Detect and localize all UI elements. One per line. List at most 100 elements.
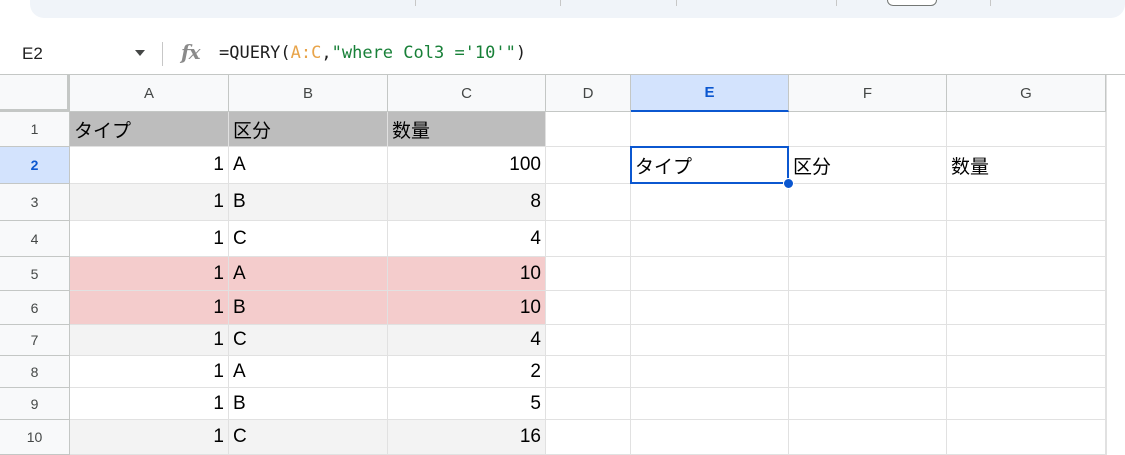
cell-c7[interactable]: 4 — [388, 325, 546, 356]
column-header-f[interactable]: F — [789, 75, 947, 112]
cell-d1[interactable] — [546, 112, 631, 147]
cell-d10[interactable] — [546, 420, 631, 455]
cell-c10[interactable]: 16 — [388, 420, 546, 455]
cell-c6[interactable]: 10 — [388, 291, 546, 325]
cell-d6[interactable] — [546, 291, 631, 325]
toolbar-separator — [560, 0, 561, 6]
formula-bar: E2 fx =QUERY(A:C,"where Col3 ='10'") — [0, 36, 1125, 72]
cell-a3[interactable]: 1 — [70, 184, 229, 221]
cell-c8[interactable]: 2 — [388, 356, 546, 388]
column-header-b[interactable]: B — [229, 75, 388, 112]
cell-b10[interactable]: C — [229, 420, 388, 455]
formula-input[interactable]: =QUERY(A:C,"where Col3 ='10'") — [219, 43, 526, 63]
cell-a4[interactable]: 1 — [70, 221, 229, 257]
cell-f7[interactable] — [789, 325, 947, 356]
cell-g2[interactable]: 数量 — [947, 147, 1106, 184]
cell-b5[interactable]: A — [229, 257, 388, 291]
row-header-5[interactable]: 5 — [0, 257, 70, 291]
cell-e9[interactable] — [631, 388, 789, 420]
row-header-2[interactable]: 2 — [0, 147, 70, 184]
cell-b9[interactable]: B — [229, 388, 388, 420]
cell-e6[interactable] — [631, 291, 789, 325]
cell-d2[interactable] — [546, 147, 631, 184]
row-header-4[interactable]: 4 — [0, 221, 70, 257]
cell-a8[interactable]: 1 — [70, 356, 229, 388]
cell-d9[interactable] — [546, 388, 631, 420]
column-header-c[interactable]: C — [388, 75, 546, 112]
cell-a6[interactable]: 1 — [70, 291, 229, 325]
cell-g7[interactable] — [947, 325, 1106, 356]
cell-c2[interactable]: 100 — [388, 147, 546, 184]
cell-e10[interactable] — [631, 420, 789, 455]
cell-c9[interactable]: 5 — [388, 388, 546, 420]
toolbar-button[interactable] — [887, 0, 937, 6]
name-box[interactable]: E2 — [0, 36, 160, 72]
cell-e8[interactable] — [631, 356, 789, 388]
cell-a7[interactable]: 1 — [70, 325, 229, 356]
cell-g5[interactable] — [947, 257, 1106, 291]
cell-g8[interactable] — [947, 356, 1106, 388]
cell-b1[interactable]: 区分 — [229, 112, 388, 147]
cell-c5[interactable]: 10 — [388, 257, 546, 291]
column-header-a[interactable]: A — [70, 75, 229, 112]
cell-g4[interactable] — [947, 221, 1106, 257]
formula-close: ) — [515, 43, 527, 63]
cell-g6[interactable] — [947, 291, 1106, 325]
row-header-3[interactable]: 3 — [0, 184, 70, 221]
toolbar-separator — [415, 0, 416, 6]
cell-g9[interactable] — [947, 388, 1106, 420]
column-header-g[interactable]: G — [947, 75, 1106, 112]
cell-d8[interactable] — [546, 356, 631, 388]
formula-bar-divider — [162, 42, 163, 66]
cell-g1[interactable] — [947, 112, 1106, 147]
cell-g10[interactable] — [947, 420, 1106, 455]
cell-e5[interactable] — [631, 257, 789, 291]
cell-b6[interactable]: B — [229, 291, 388, 325]
cell-f3[interactable] — [789, 184, 947, 221]
cell-a10[interactable]: 1 — [70, 420, 229, 455]
cell-f9[interactable] — [789, 388, 947, 420]
chevron-down-icon[interactable] — [135, 50, 145, 56]
cell-e4[interactable] — [631, 221, 789, 257]
cell-e3[interactable] — [631, 184, 789, 221]
cell-f2[interactable]: 区分 — [789, 147, 947, 184]
cell-g3[interactable] — [947, 184, 1106, 221]
cell-f8[interactable] — [789, 356, 947, 388]
row-header-8[interactable]: 8 — [0, 356, 70, 388]
cell-f6[interactable] — [789, 291, 947, 325]
toolbar-separator — [836, 0, 837, 6]
fill-handle[interactable] — [783, 178, 794, 189]
cell-b3[interactable]: B — [229, 184, 388, 221]
row-header-7[interactable]: 7 — [0, 325, 70, 356]
cell-c4[interactable]: 4 — [388, 221, 546, 257]
cell-b4[interactable]: C — [229, 221, 388, 257]
cell-f4[interactable] — [789, 221, 947, 257]
cell-a9[interactable]: 1 — [70, 388, 229, 420]
cell-a5[interactable]: 1 — [70, 257, 229, 291]
row-header-9[interactable]: 9 — [0, 388, 70, 420]
cell-f10[interactable] — [789, 420, 947, 455]
cell-c1[interactable]: 数量 — [388, 112, 546, 147]
cell-f1[interactable] — [789, 112, 947, 147]
select-all-corner[interactable] — [0, 75, 70, 112]
cell-b8[interactable]: A — [229, 356, 388, 388]
column-header-d[interactable]: D — [546, 75, 631, 112]
cell-e1[interactable] — [631, 112, 789, 147]
cell-d3[interactable] — [546, 184, 631, 221]
cell-a2[interactable]: 1 — [70, 147, 229, 184]
cell-b2[interactable]: A — [229, 147, 388, 184]
column-header-e[interactable]: E — [631, 75, 789, 112]
row-header-1[interactable]: 1 — [0, 112, 70, 147]
cell-d7[interactable] — [546, 325, 631, 356]
row-header-10[interactable]: 10 — [0, 420, 70, 455]
cell-e2[interactable]: タイプ — [631, 147, 789, 184]
cell-c3[interactable]: 8 — [388, 184, 546, 221]
cell-f5[interactable] — [789, 257, 947, 291]
row-header-6[interactable]: 6 — [0, 291, 70, 325]
cell-a1[interactable]: タイプ — [70, 112, 229, 147]
cell-e7[interactable] — [631, 325, 789, 356]
cell-b7[interactable]: C — [229, 325, 388, 356]
spreadsheet-grid[interactable]: A B C D E F G 1 タイプ 区分 数量 2 1 A 100 タイプ 区分 数量 3 1 B 8 4 1 C 4 5 1 A 1… — [0, 75, 1125, 455]
cell-d5[interactable] — [546, 257, 631, 291]
cell-d4[interactable] — [546, 221, 631, 257]
